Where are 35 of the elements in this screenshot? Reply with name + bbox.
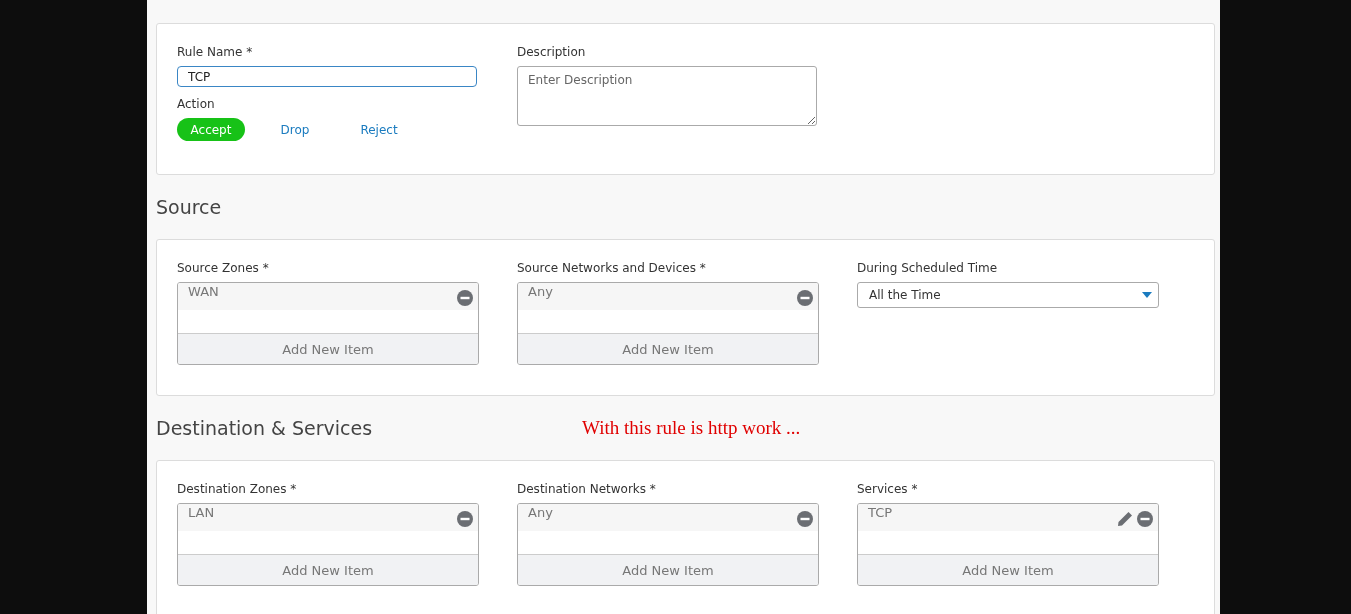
field-label: During Scheduled Time — [857, 260, 998, 276]
remove-icon[interactable] — [1137, 511, 1153, 527]
field-label: Services * — [857, 481, 918, 497]
item-text: Any — [528, 283, 553, 301]
field-label: Destination Networks * — [517, 481, 656, 497]
remove-icon[interactable] — [457, 290, 473, 306]
add-item-button[interactable]: Add New Item — [518, 554, 818, 585]
annotation-text: With this rule is http work ... — [582, 417, 801, 439]
section-title: Source — [156, 196, 223, 218]
section-title: Destination & Services — [156, 417, 374, 439]
action-button[interactable]: Reject — [345, 118, 413, 141]
item-text: TCP — [868, 504, 893, 522]
field-label: Destination Zones * — [177, 481, 297, 497]
remove-icon[interactable] — [797, 290, 813, 306]
field-label: Description — [517, 44, 586, 60]
action-button[interactable]: Drop — [261, 118, 329, 141]
field-label: Source Networks and Devices * — [517, 260, 706, 276]
remove-icon[interactable] — [797, 511, 813, 527]
description-field[interactable]: Enter Description — [517, 66, 817, 126]
add-item-button[interactable]: Add New Item — [178, 554, 478, 585]
item-text: LAN — [188, 504, 215, 522]
rule-name-field[interactable]: TCP — [177, 66, 477, 87]
schedule-dropdown[interactable]: All the Time — [857, 282, 1159, 308]
add-item-button[interactable]: Add New Item — [178, 333, 478, 364]
add-item-button[interactable]: Add New Item — [858, 554, 1158, 585]
item-text: WAN — [188, 283, 219, 301]
pencil-icon[interactable] — [1117, 511, 1133, 527]
field-label: Source Zones * — [177, 260, 269, 276]
item-text: Any — [528, 504, 553, 522]
action-button[interactable]: Accept — [177, 118, 245, 141]
field-label: Action — [177, 96, 215, 112]
remove-icon[interactable] — [457, 511, 473, 527]
caret-icon — [1142, 292, 1152, 298]
add-item-button[interactable]: Add New Item — [518, 333, 818, 364]
field-label: Rule Name * — [177, 44, 253, 60]
